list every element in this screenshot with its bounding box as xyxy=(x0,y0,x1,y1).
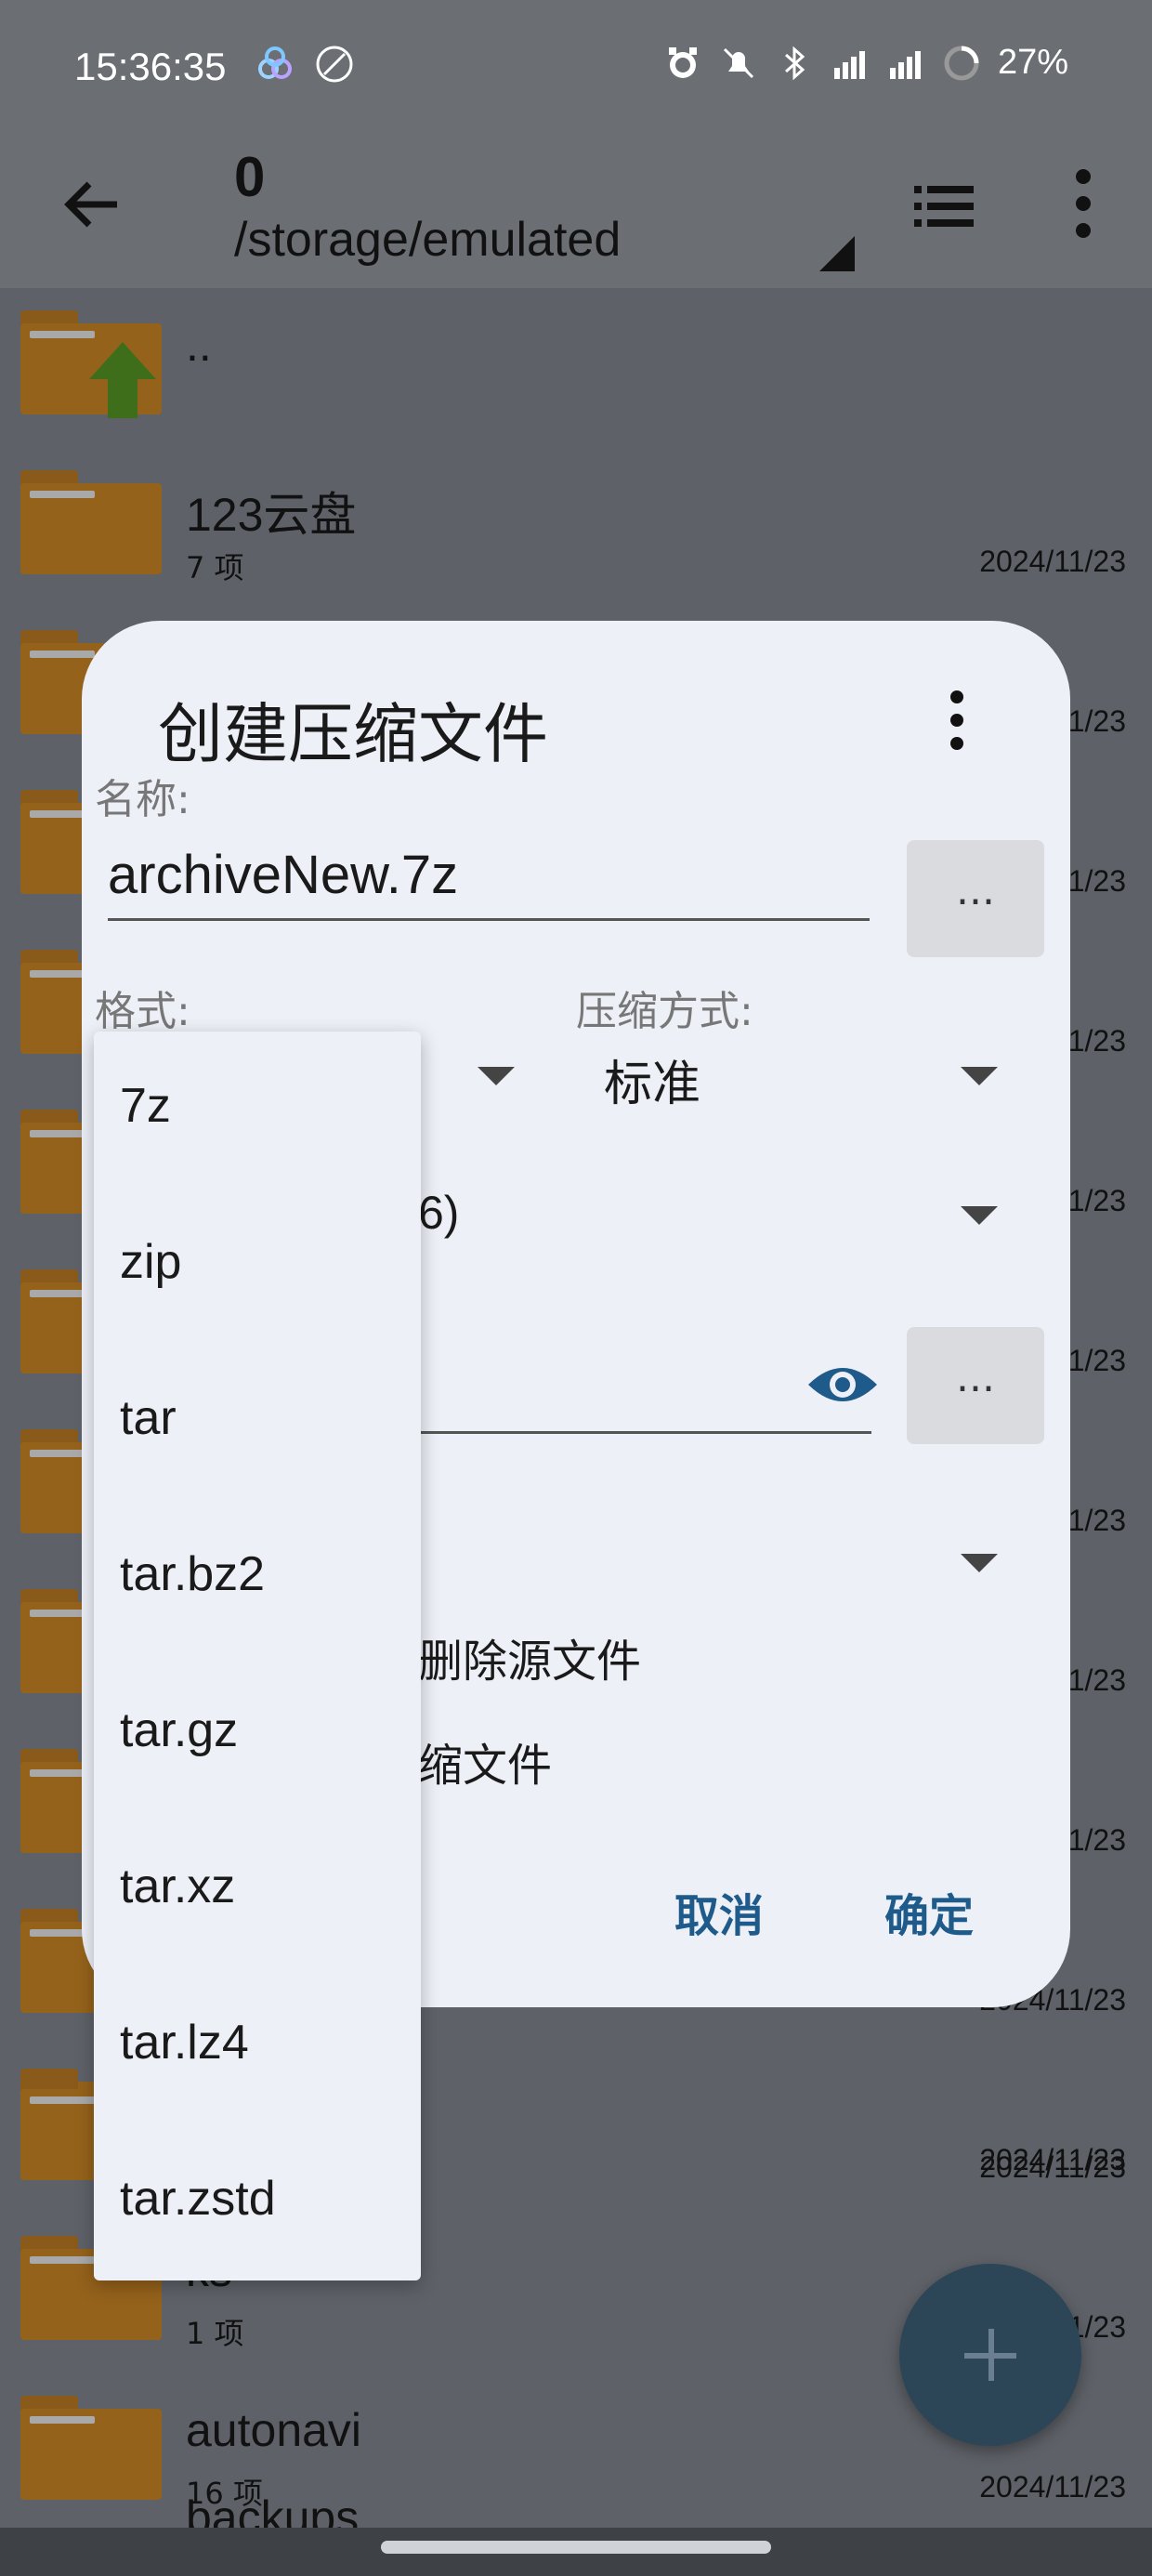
format-option-tar-zstd[interactable]: tar.zstd xyxy=(120,2171,276,2227)
back-arrow-icon[interactable] xyxy=(56,167,130,242)
signal-5g-icon xyxy=(889,50,921,79)
list-view-icon[interactable] xyxy=(910,173,977,240)
folder-icon xyxy=(20,2396,162,2500)
file-name: 123云盘 xyxy=(186,489,357,541)
password-field[interactable] xyxy=(416,1431,871,1434)
format-option-tar-lz4[interactable]: tar.lz4 xyxy=(120,2015,249,2070)
format-label: 格式: xyxy=(95,988,190,1035)
folder-up-icon xyxy=(20,310,162,418)
mute-icon xyxy=(723,47,753,78)
bluetooth-icon xyxy=(784,46,805,80)
add-fab-button[interactable] xyxy=(899,2264,1081,2446)
battery-icon xyxy=(944,46,979,80)
name-label: 名称: xyxy=(95,776,190,823)
file-date: 2024/11/23 xyxy=(979,2150,1126,2184)
path-dropdown-indicator[interactable] xyxy=(819,236,855,271)
method-label: 压缩方式: xyxy=(576,988,753,1035)
method-select[interactable]: 标准 xyxy=(604,1045,700,1114)
format-dropdown-arrow-icon[interactable] xyxy=(478,1067,515,1085)
ai-app-icon xyxy=(316,46,353,83)
list-item[interactable]: 123云盘 7 项 2024/11/23 xyxy=(0,448,1152,608)
app-bar: 0 /storage/emulated xyxy=(0,139,1152,288)
alarm-icon xyxy=(668,46,697,78)
file-date: 2024/11/23 xyxy=(979,2470,1126,2504)
password-options-button[interactable]: ... xyxy=(907,1327,1044,1444)
folder-icon xyxy=(20,470,162,574)
level-dropdown-arrow-icon[interactable] xyxy=(961,1206,998,1225)
archive-name-field[interactable]: archiveNew.7z xyxy=(108,844,870,921)
format-option-tar-bz2[interactable]: tar.bz2 xyxy=(120,1546,265,1602)
status-bar: 15:36:35 27% xyxy=(0,0,1152,139)
gesture-nav-bar xyxy=(0,2528,1152,2576)
cloud-app-icon xyxy=(258,46,292,79)
dialog-title: 创建压缩文件 xyxy=(158,696,548,772)
file-meta: 1 项 xyxy=(186,2316,244,2351)
status-time: 15:36:35 xyxy=(74,45,227,88)
format-dropdown-menu: 7z zip tar tar.bz2 tar.gz tar.xz tar.lz4… xyxy=(94,1032,421,2280)
show-password-icon[interactable] xyxy=(805,1357,881,1413)
option-dropdown-arrow-icon[interactable] xyxy=(961,1554,998,1572)
home-handle[interactable] xyxy=(381,2541,771,2554)
file-name: .. xyxy=(186,319,212,371)
level-select[interactable]: 6) xyxy=(418,1186,459,1240)
format-option-7z[interactable]: 7z xyxy=(120,1078,171,1134)
file-date: 2024/11/23 xyxy=(979,545,1126,578)
browse-name-button[interactable]: ... xyxy=(907,840,1044,957)
archive-option[interactable]: 缩文件 xyxy=(418,1728,552,1794)
format-option-tar-xz[interactable]: tar.xz xyxy=(120,1859,235,1914)
path-breadcrumb[interactable]: /storage/emulated xyxy=(234,212,621,268)
dialog-more-icon[interactable] xyxy=(938,688,975,753)
ok-button[interactable]: 确定 xyxy=(884,1879,974,1944)
format-option-zip[interactable]: zip xyxy=(120,1234,181,1290)
page-title: 0 xyxy=(234,146,266,208)
format-option-tar-gz[interactable]: tar.gz xyxy=(120,1702,238,1758)
signal-5g-icon xyxy=(833,50,865,79)
format-option-tar[interactable]: tar xyxy=(120,1390,177,1446)
file-meta: 7 项 xyxy=(186,550,244,585)
delete-source-option[interactable]: 删除源文件 xyxy=(418,1624,641,1689)
list-item[interactable]: .. xyxy=(0,288,1152,448)
method-dropdown-arrow-icon[interactable] xyxy=(961,1067,998,1085)
more-options-icon[interactable] xyxy=(1055,162,1111,245)
file-name: autonavi xyxy=(186,2404,362,2456)
cancel-button[interactable]: 取消 xyxy=(674,1879,764,1944)
battery-percent: 27% xyxy=(997,43,1068,82)
